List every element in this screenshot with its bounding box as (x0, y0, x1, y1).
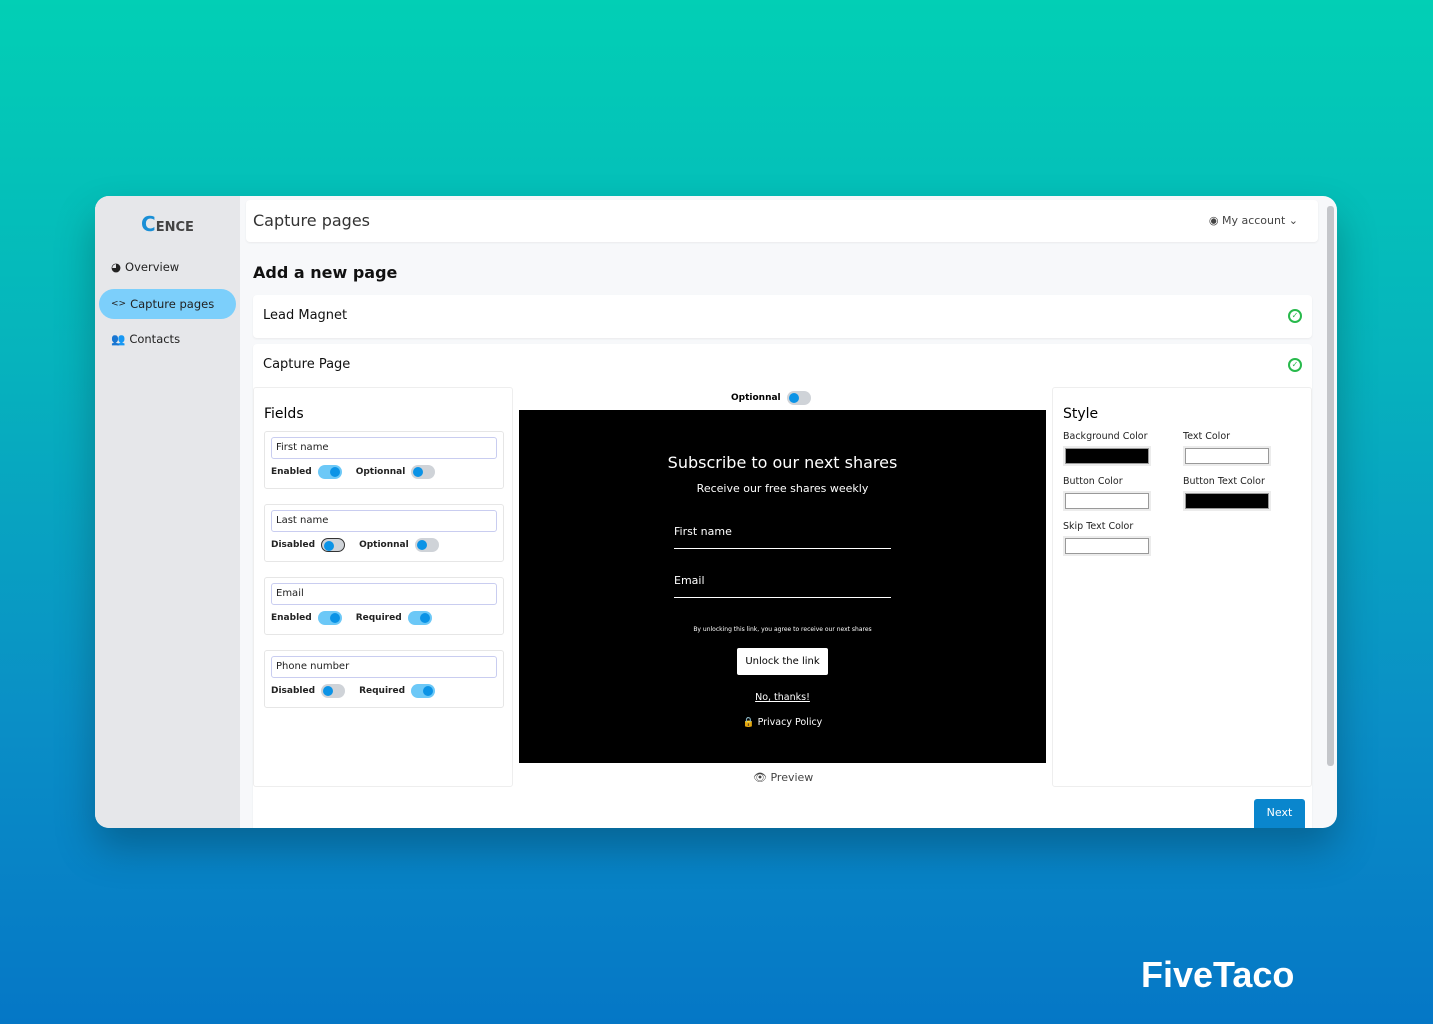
mode-label: Required (359, 686, 406, 696)
skip-link[interactable]: No, thanks! (519, 692, 1046, 703)
account-menu[interactable]: ◉ My account ⌄ (1209, 214, 1298, 227)
next-button[interactable]: Next (1254, 799, 1305, 828)
page-title: Capture pages (253, 211, 370, 230)
logo: CENCE (141, 212, 194, 236)
state-label: Disabled (271, 686, 316, 696)
mode-label: Optionnal (355, 467, 406, 477)
users-icon: 👥 (111, 332, 126, 346)
field-config: Email Enabled Required (264, 577, 504, 635)
user-icon: ◉ (1208, 214, 1219, 227)
style-title: Style (1063, 406, 1099, 422)
required-toggle[interactable] (414, 538, 439, 552)
code-icon: <> (111, 299, 127, 309)
color-picker[interactable] (1183, 491, 1271, 511)
required-toggle[interactable] (411, 465, 436, 479)
color-setting: Button Text Color (1183, 476, 1271, 511)
sidebar-item-capture-pages[interactable]: <> Capture pages (99, 289, 236, 319)
required-toggle[interactable] (411, 684, 436, 698)
capture-preview: Subscribe to our next shares Receive our… (519, 410, 1046, 763)
field-config: Phone number Disabled Required (264, 650, 504, 708)
mode-label: Required (355, 613, 402, 623)
state-label: Disabled (271, 540, 316, 550)
consent-text: By unlocking this link, you agree to rec… (693, 626, 872, 633)
scrollbar[interactable] (1327, 206, 1334, 766)
state-label: Enabled (271, 613, 312, 623)
enabled-toggle[interactable] (321, 538, 346, 552)
color-label: Background Color (1063, 431, 1148, 442)
chevron-down-icon: ⌄ (1288, 214, 1298, 227)
brand-logo: FiveTaco (1141, 954, 1295, 995)
app-window: CENCE ◕ Overview <> Capture pages 👥 Contact… (95, 196, 1337, 828)
preview-optional-toggle[interactable]: Optionnal (731, 391, 811, 405)
preview-first-name-field[interactable]: First name (674, 525, 891, 549)
preview-title: Subscribe to our next shares (667, 453, 898, 472)
privacy-policy-link[interactable]: 🔒 Privacy Policy (519, 717, 1046, 728)
enabled-toggle[interactable] (317, 465, 342, 479)
section-lead-magnet[interactable]: Lead Magnet ✓ (253, 295, 1312, 338)
preview-subtitle: Receive our free shares weekly (696, 482, 869, 495)
color-picker[interactable] (1063, 491, 1151, 511)
preview-email-field[interactable]: Email (674, 574, 891, 598)
field-label-input[interactable]: First name (271, 437, 497, 459)
toggle[interactable] (786, 391, 811, 405)
fields-panel: Fields First name Enabled Optionnal Last … (253, 387, 513, 787)
section-title: Lead Magnet (263, 308, 348, 323)
check-circle-icon: ✓ (1288, 358, 1302, 372)
enabled-toggle[interactable] (321, 684, 346, 698)
mode-label: Optionnal (359, 540, 409, 550)
section-title: Capture Page (263, 357, 351, 372)
color-picker[interactable] (1183, 446, 1271, 466)
enabled-toggle[interactable] (317, 611, 342, 625)
field-label-input[interactable]: Email (271, 583, 497, 605)
required-toggle[interactable] (407, 611, 432, 625)
sidebar-item-overview[interactable]: ◕ Overview (99, 252, 236, 282)
color-setting: Background Color (1063, 431, 1151, 466)
header: Capture pages ◉ My account ⌄ (246, 200, 1318, 242)
field-label-input[interactable]: Last name (271, 510, 497, 532)
eye-icon: 👁 (753, 771, 767, 784)
check-circle-icon: ✓ (1288, 309, 1302, 323)
color-label: Skip Text Color (1063, 521, 1134, 532)
pie-chart-icon: ◕ (111, 260, 122, 274)
style-panel: Style Background Color Text Color Button C… (1052, 387, 1312, 787)
state-label: Enabled (271, 467, 312, 477)
color-setting: Text Color (1183, 431, 1271, 466)
sidebar-item-contacts[interactable]: 👥 Contacts (99, 324, 236, 354)
color-picker[interactable] (1063, 536, 1151, 556)
preview-button[interactable]: 👁 Preview (753, 771, 813, 784)
color-setting: Button Color (1063, 476, 1151, 511)
sidebar: CENCE ◕ Overview <> Capture pages 👥 Contact… (95, 196, 240, 828)
section-heading: Add a new page (253, 263, 398, 282)
color-label: Text Color (1183, 431, 1231, 442)
unlock-button[interactable]: Unlock the link (737, 648, 828, 675)
fields-title: Fields (264, 406, 304, 422)
color-label: Button Text Color (1183, 476, 1265, 487)
color-picker[interactable] (1063, 446, 1151, 466)
field-label-input[interactable]: Phone number (271, 656, 497, 678)
section-capture-page: Capture Page ✓ Fields First name Enabled… (253, 344, 1312, 828)
field-config: Last name Disabled Optionnal (264, 504, 504, 562)
field-config: First name Enabled Optionnal (264, 431, 504, 489)
color-label: Button Color (1063, 476, 1123, 487)
color-setting: Skip Text Color (1063, 521, 1151, 556)
lock-icon: 🔒 (742, 717, 755, 728)
